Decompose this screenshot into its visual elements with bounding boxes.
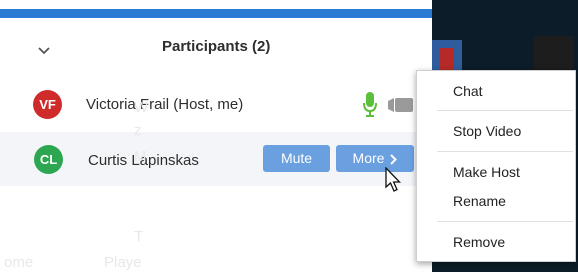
participant-context-menu: Chat Stop Video Make Host Rename Remove: [416, 70, 576, 262]
menu-item-chat[interactable]: Chat: [453, 83, 483, 99]
menu-item-make-host[interactable]: Make Host: [453, 164, 520, 180]
avatar: VF: [33, 90, 62, 119]
menu-divider: [437, 110, 573, 111]
desktop-text: ome: [4, 254, 34, 271]
menu-divider: [437, 151, 573, 152]
desktop-text: W: [134, 99, 149, 116]
desktop-thumbnail-label: 2017: [107, 44, 132, 56]
avatar: CL: [34, 145, 63, 174]
participant-name: Victoria Frail (Host, me): [86, 96, 244, 113]
menu-divider: [437, 221, 573, 222]
desktop-text: M: [134, 148, 147, 165]
more-button-label: More: [352, 150, 385, 166]
menu-item-remove[interactable]: Remove: [453, 234, 505, 250]
desktop-text: Playe: [104, 254, 142, 271]
microphone-icon[interactable]: [362, 91, 378, 119]
mouse-cursor-icon: [385, 167, 402, 192]
menu-item-rename[interactable]: Rename: [453, 193, 506, 209]
participant-row-victoria[interactable]: VF Victoria Frail (Host, me): [0, 77, 432, 131]
chevron-down-icon[interactable]: [38, 47, 50, 55]
window-accent-strip: [0, 9, 432, 18]
participant-row-curtis[interactable]: CL Curtis Lapinskas Mute More: [0, 132, 432, 186]
chevron-right-icon: [390, 154, 398, 165]
desktop-text: z: [134, 122, 142, 139]
desktop-text: T: [134, 228, 144, 245]
menu-item-stop-video[interactable]: Stop Video: [453, 123, 521, 139]
mute-button[interactable]: Mute: [263, 145, 330, 172]
panel-title: Participants (2): [162, 38, 271, 55]
